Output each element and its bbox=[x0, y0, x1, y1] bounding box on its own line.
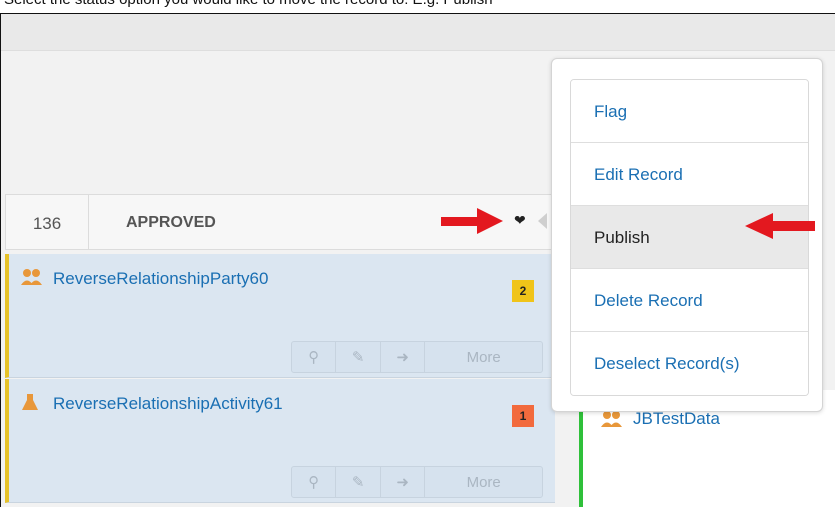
more-button[interactable]: More bbox=[425, 467, 542, 497]
flask-icon bbox=[21, 393, 39, 416]
menu-item-deselect-records[interactable]: Deselect Record(s) bbox=[571, 332, 808, 395]
annotation-arrow-left bbox=[745, 213, 815, 239]
record-actions: ⚲ ✎ ➜ More bbox=[291, 466, 543, 498]
menu-item-flag[interactable]: Flag bbox=[571, 80, 808, 143]
edit-icon[interactable]: ✎ bbox=[336, 467, 381, 497]
share-arrow-icon[interactable]: ➜ bbox=[381, 342, 426, 372]
search-icon[interactable]: ⚲ bbox=[292, 342, 337, 372]
record-badge: 1 bbox=[512, 405, 534, 427]
record-badge: 2 bbox=[512, 280, 534, 302]
record-actions: ⚲ ✎ ➜ More bbox=[291, 341, 543, 373]
instruction-caption: Select the status option you would like … bbox=[4, 0, 493, 8]
column-count: 136 bbox=[6, 195, 89, 249]
record-name-link[interactable]: ReverseRelationshipParty60 bbox=[53, 269, 268, 289]
menu-item-delete-record[interactable]: Delete Record bbox=[571, 269, 808, 332]
record-name-link[interactable]: ReverseRelationshipActivity61 bbox=[53, 394, 283, 414]
record-card[interactable]: ReverseRelationshipActivity61 1 ⚲ ✎ ➜ Mo… bbox=[5, 379, 555, 503]
people-icon bbox=[601, 410, 623, 433]
record-name-link[interactable]: JBTestData bbox=[633, 409, 720, 429]
menu-pointer-caret bbox=[538, 213, 547, 229]
chevron-down-icon[interactable]: ❤ bbox=[514, 212, 526, 229]
menu-item-edit-record[interactable]: Edit Record bbox=[571, 143, 808, 206]
more-button[interactable]: More bbox=[425, 342, 542, 372]
app-frame: 136 APPROVED ❤ ReverseRelationshipParty6… bbox=[0, 13, 835, 507]
column-title: APPROVED bbox=[126, 214, 216, 231]
search-icon[interactable]: ⚲ bbox=[292, 467, 337, 497]
share-arrow-icon[interactable]: ➜ bbox=[381, 467, 426, 497]
annotation-arrow-right bbox=[441, 208, 503, 234]
edit-icon[interactable]: ✎ bbox=[336, 342, 381, 372]
record-card[interactable]: ReverseRelationshipParty60 2 ⚲ ✎ ➜ More bbox=[5, 254, 555, 378]
people-icon bbox=[21, 268, 43, 291]
top-bar bbox=[1, 14, 835, 51]
